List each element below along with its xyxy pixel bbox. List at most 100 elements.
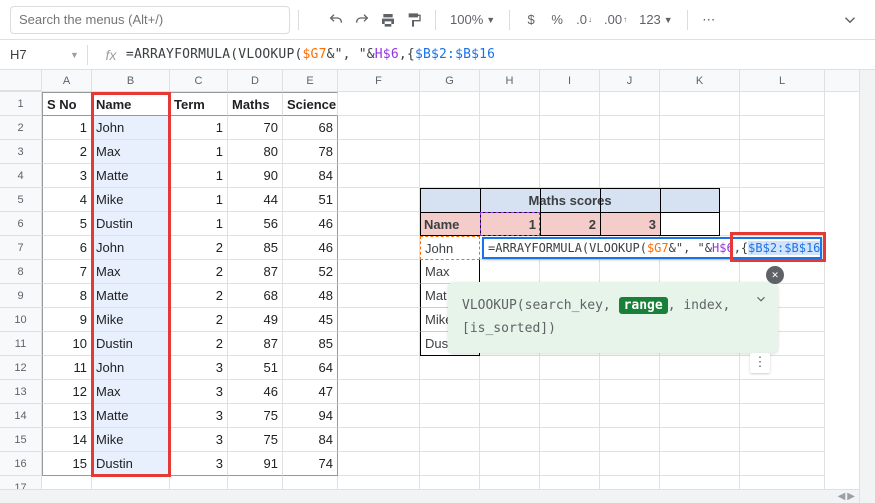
cell[interactable] bbox=[540, 260, 600, 284]
cell[interactable] bbox=[740, 404, 825, 428]
row-header[interactable]: 9 bbox=[0, 284, 42, 308]
cell[interactable]: 7 bbox=[42, 260, 92, 284]
cell[interactable] bbox=[480, 380, 540, 404]
chevron-up-icon[interactable] bbox=[835, 5, 865, 35]
cell[interactable]: 49 bbox=[228, 308, 283, 332]
row-header[interactable]: 2 bbox=[0, 116, 42, 140]
horizontal-scrollbar[interactable]: ◀▶ bbox=[0, 489, 859, 503]
cell[interactable]: 47 bbox=[283, 380, 338, 404]
row-header[interactable]: 10 bbox=[0, 308, 42, 332]
cell[interactable]: 1 bbox=[170, 188, 228, 212]
cell[interactable] bbox=[338, 260, 420, 284]
print-icon[interactable] bbox=[375, 7, 401, 33]
cell[interactable] bbox=[480, 356, 540, 380]
cell[interactable]: 75 bbox=[228, 404, 283, 428]
col-header[interactable]: K bbox=[660, 70, 740, 91]
cell[interactable] bbox=[420, 92, 480, 116]
cell[interactable]: 1 bbox=[170, 164, 228, 188]
cell[interactable] bbox=[540, 116, 600, 140]
cell[interactable]: John bbox=[92, 236, 170, 260]
cell[interactable] bbox=[740, 140, 825, 164]
cell[interactable] bbox=[420, 356, 480, 380]
cell[interactable]: 1 bbox=[170, 140, 228, 164]
cell[interactable] bbox=[480, 116, 540, 140]
row-header[interactable]: 14 bbox=[0, 404, 42, 428]
row-header[interactable]: 5 bbox=[0, 188, 42, 212]
cell[interactable] bbox=[600, 164, 660, 188]
cell[interactable]: 3 bbox=[170, 380, 228, 404]
cell[interactable]: 85 bbox=[283, 332, 338, 356]
number-format-dropdown[interactable]: 123▼ bbox=[633, 7, 679, 33]
cell[interactable]: 74 bbox=[283, 452, 338, 476]
cell[interactable]: 84 bbox=[283, 164, 338, 188]
col-header[interactable]: H bbox=[480, 70, 540, 91]
col-header[interactable]: C bbox=[170, 70, 228, 91]
cell[interactable] bbox=[540, 140, 600, 164]
cell[interactable] bbox=[480, 404, 540, 428]
tooltip-close-icon[interactable]: ✕ bbox=[766, 266, 784, 284]
col-header[interactable]: E bbox=[283, 70, 338, 91]
cell[interactable]: 75 bbox=[228, 428, 283, 452]
cell[interactable] bbox=[660, 260, 740, 284]
cell[interactable] bbox=[660, 404, 740, 428]
cell[interactable]: 68 bbox=[283, 116, 338, 140]
cell[interactable] bbox=[600, 404, 660, 428]
name-box[interactable]: H7 bbox=[10, 47, 70, 62]
col-header[interactable]: I bbox=[540, 70, 600, 91]
cell[interactable]: 2 bbox=[170, 284, 228, 308]
cell[interactable]: 2 bbox=[170, 260, 228, 284]
cell[interactable]: 1 bbox=[170, 116, 228, 140]
cell[interactable]: Name bbox=[92, 92, 170, 116]
cell[interactable]: 12 bbox=[42, 380, 92, 404]
cell[interactable] bbox=[420, 428, 480, 452]
cell[interactable]: 70 bbox=[228, 116, 283, 140]
cell[interactable]: 8 bbox=[42, 284, 92, 308]
cell[interactable]: 4 bbox=[42, 188, 92, 212]
cell[interactable]: 3 bbox=[170, 356, 228, 380]
cell[interactable] bbox=[480, 260, 540, 284]
cell[interactable]: Max bbox=[92, 380, 170, 404]
cell[interactable] bbox=[540, 404, 600, 428]
cell[interactable] bbox=[338, 164, 420, 188]
cell[interactable] bbox=[338, 428, 420, 452]
cell-g7[interactable]: John bbox=[420, 236, 480, 260]
cell[interactable]: 91 bbox=[228, 452, 283, 476]
tooltip-expand-icon[interactable] bbox=[754, 292, 768, 306]
row-header[interactable]: 8 bbox=[0, 260, 42, 284]
cell[interactable]: 94 bbox=[283, 404, 338, 428]
cell[interactable] bbox=[600, 92, 660, 116]
percent-button[interactable]: % bbox=[544, 7, 570, 33]
cell[interactable] bbox=[338, 116, 420, 140]
scroll-left-icon[interactable]: ◀ bbox=[838, 491, 846, 502]
cell[interactable] bbox=[338, 236, 420, 260]
col-header[interactable]: B bbox=[92, 70, 170, 91]
cell[interactable]: 1 bbox=[42, 116, 92, 140]
cell[interactable] bbox=[600, 260, 660, 284]
cell[interactable] bbox=[660, 92, 740, 116]
vertical-scrollbar[interactable] bbox=[859, 70, 875, 503]
cell[interactable] bbox=[338, 140, 420, 164]
select-all-corner[interactable] bbox=[0, 70, 42, 91]
cell[interactable]: 56 bbox=[228, 212, 283, 236]
cell[interactable] bbox=[600, 116, 660, 140]
cell[interactable] bbox=[338, 188, 420, 212]
cell[interactable]: 48 bbox=[283, 284, 338, 308]
menu-search-input[interactable] bbox=[10, 6, 290, 34]
cell[interactable]: Term bbox=[170, 92, 228, 116]
col-header[interactable]: G bbox=[420, 70, 480, 91]
cell[interactable] bbox=[540, 164, 600, 188]
row-header[interactable]: 16 bbox=[0, 452, 42, 476]
cell[interactable]: Mike bbox=[92, 428, 170, 452]
cell[interactable] bbox=[480, 452, 540, 476]
cell[interactable] bbox=[600, 380, 660, 404]
cell[interactable] bbox=[540, 428, 600, 452]
cell[interactable]: 52 bbox=[283, 260, 338, 284]
cell[interactable]: 46 bbox=[228, 380, 283, 404]
cell[interactable]: 51 bbox=[228, 356, 283, 380]
cell[interactable]: Matte bbox=[92, 164, 170, 188]
cell[interactable]: 68 bbox=[228, 284, 283, 308]
spreadsheet-grid[interactable]: A B C D E F G H I J K L 1S NoNameTermMat… bbox=[0, 70, 875, 503]
row-header[interactable]: 7 bbox=[0, 236, 42, 260]
cell[interactable]: 6 bbox=[42, 236, 92, 260]
cell[interactable] bbox=[338, 92, 420, 116]
